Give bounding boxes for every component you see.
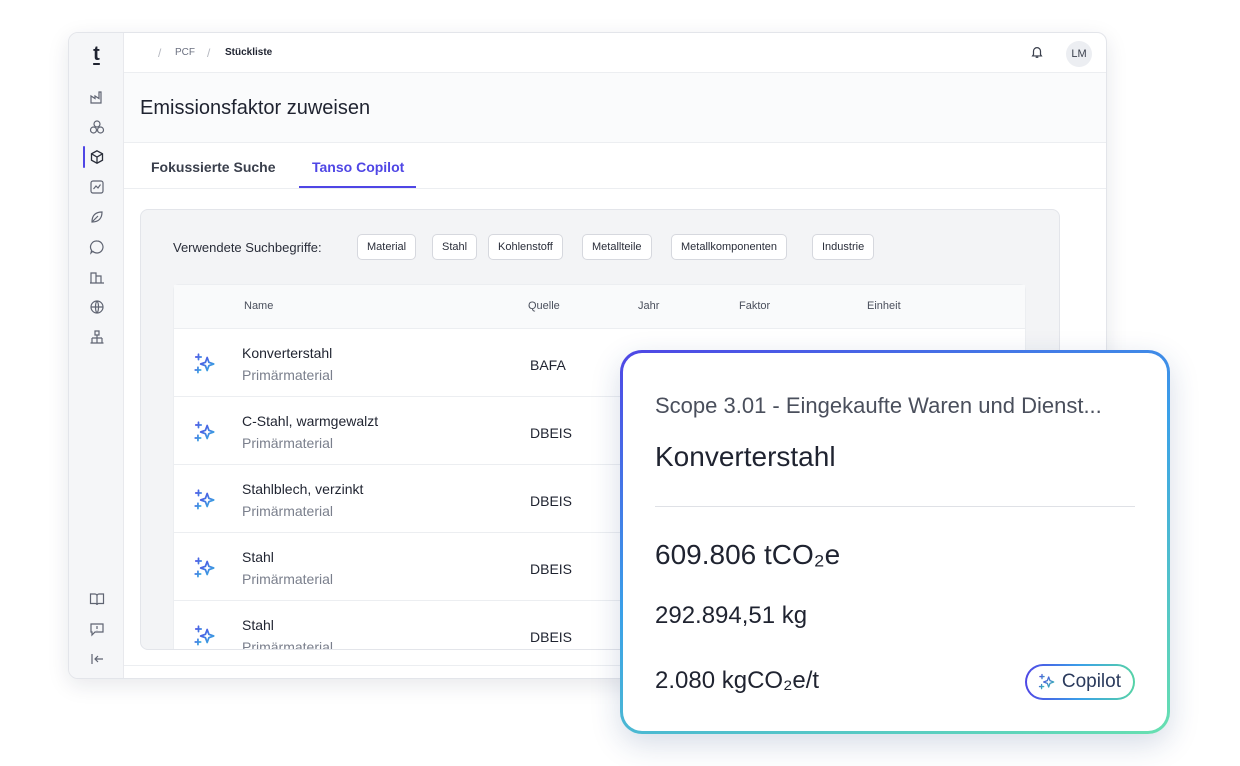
row-source: BAFA <box>530 357 566 373</box>
row-category: Primärmaterial <box>242 571 334 587</box>
column-header-quelle[interactable]: Quelle <box>528 300 560 312</box>
globe-icon[interactable] <box>89 299 105 315</box>
row-name: Stahl <box>242 549 274 565</box>
row-name: Konverterstahl <box>242 345 333 361</box>
tab-fokussierte-suche[interactable]: Fokussierte Suche <box>151 159 276 175</box>
factory-icon[interactable] <box>89 89 105 105</box>
tab-bar: Fokussierte Suche Tanso Copilot <box>124 143 1106 189</box>
chat-icon[interactable] <box>89 239 105 255</box>
breadcrumb-pcf[interactable]: PCF <box>175 47 195 58</box>
search-term-chip[interactable]: Industrie <box>812 234 875 260</box>
nav-active-indicator <box>83 146 85 168</box>
breadcrumb-separator: / <box>207 46 211 60</box>
top-bar: / PCF / Stückliste LM <box>124 33 1106 73</box>
sparkle-icon <box>192 351 218 377</box>
organization-icon[interactable] <box>89 329 105 345</box>
card-emission-value: 609.806 tCO₂e <box>655 539 841 570</box>
copilot-card-body: Scope 3.01 - Eingekaufte Waren und Diens… <box>623 353 1167 731</box>
row-name: Stahl <box>242 617 274 633</box>
sparkle-icon <box>192 555 218 581</box>
row-name: C-Stahl, warmgewalzt <box>242 413 379 429</box>
collapse-icon[interactable] <box>89 651 105 667</box>
row-source: DBEIS <box>530 425 573 441</box>
buildings-icon[interactable] <box>89 269 105 285</box>
row-source: DBEIS <box>530 493 573 509</box>
row-category: Primärmaterial <box>242 639 334 650</box>
search-term-chip[interactable]: Kohlenstoff <box>488 234 563 260</box>
breadcrumb-current: Stückliste <box>225 47 273 58</box>
row-category: Primärmaterial <box>242 503 334 519</box>
active-tab-indicator <box>299 186 416 188</box>
row-name: Stahlblech, verzinkt <box>242 481 364 497</box>
card-material-name: Konverterstahl <box>655 441 836 472</box>
sidebar: t <box>69 33 124 678</box>
leaf-icon[interactable] <box>89 209 105 225</box>
search-terms-label: Verwendete Suchbegriffe: <box>173 240 322 255</box>
search-term-chip[interactable]: Material <box>357 234 417 260</box>
search-term-chip[interactable]: Stahl <box>432 234 478 260</box>
copilot-badge-label: Copilot <box>1061 671 1121 692</box>
bell-icon[interactable] <box>1030 45 1044 59</box>
copilot-badge[interactable]: Copilot <box>1024 664 1135 700</box>
shapes-icon[interactable] <box>89 119 105 135</box>
card-divider <box>655 506 1135 507</box>
column-header-name[interactable]: Name <box>244 300 273 312</box>
feedback-icon[interactable] <box>89 621 105 637</box>
breadcrumb-separator: / <box>158 46 162 60</box>
row-category: Primärmaterial <box>242 435 334 451</box>
sparkle-icon <box>192 419 218 445</box>
row-source: DBEIS <box>530 629 573 645</box>
column-header-faktor[interactable]: Faktor <box>739 300 770 312</box>
search-term-chip[interactable]: Metallteile <box>582 234 652 260</box>
row-category: Primärmaterial <box>242 367 334 383</box>
search-term-chip[interactable]: Metallkomponenten <box>671 234 788 260</box>
sparkle-icon <box>192 623 218 649</box>
chart-icon[interactable] <box>89 179 105 195</box>
box-icon[interactable] <box>89 149 105 165</box>
card-factor-value: 2.080 kgCO₂e/t <box>655 667 820 694</box>
card-scope: Scope 3.01 - Eingekaufte Waren und Diens… <box>655 393 1102 418</box>
tanso-logo[interactable]: t <box>69 43 124 66</box>
user-avatar[interactable]: LM <box>1066 41 1092 67</box>
sparkle-icon <box>1037 672 1057 692</box>
page-header: Emissionsfaktor zuweisen <box>124 73 1106 143</box>
book-icon[interactable] <box>89 591 105 607</box>
tab-tanso-copilot[interactable]: Tanso Copilot <box>312 159 404 175</box>
row-source: DBEIS <box>530 561 573 577</box>
card-mass-value: 292.894,51 kg <box>655 602 808 629</box>
table-header: Name Quelle Jahr Faktor Einheit <box>174 285 1025 329</box>
copilot-result-card[interactable]: Scope 3.01 - Eingekaufte Waren und Diens… <box>620 350 1170 734</box>
column-header-jahr[interactable]: Jahr <box>638 300 659 312</box>
page-title: Emissionsfaktor zuweisen <box>140 97 371 119</box>
column-header-einheit[interactable]: Einheit <box>867 300 901 312</box>
sparkle-icon <box>192 487 218 513</box>
